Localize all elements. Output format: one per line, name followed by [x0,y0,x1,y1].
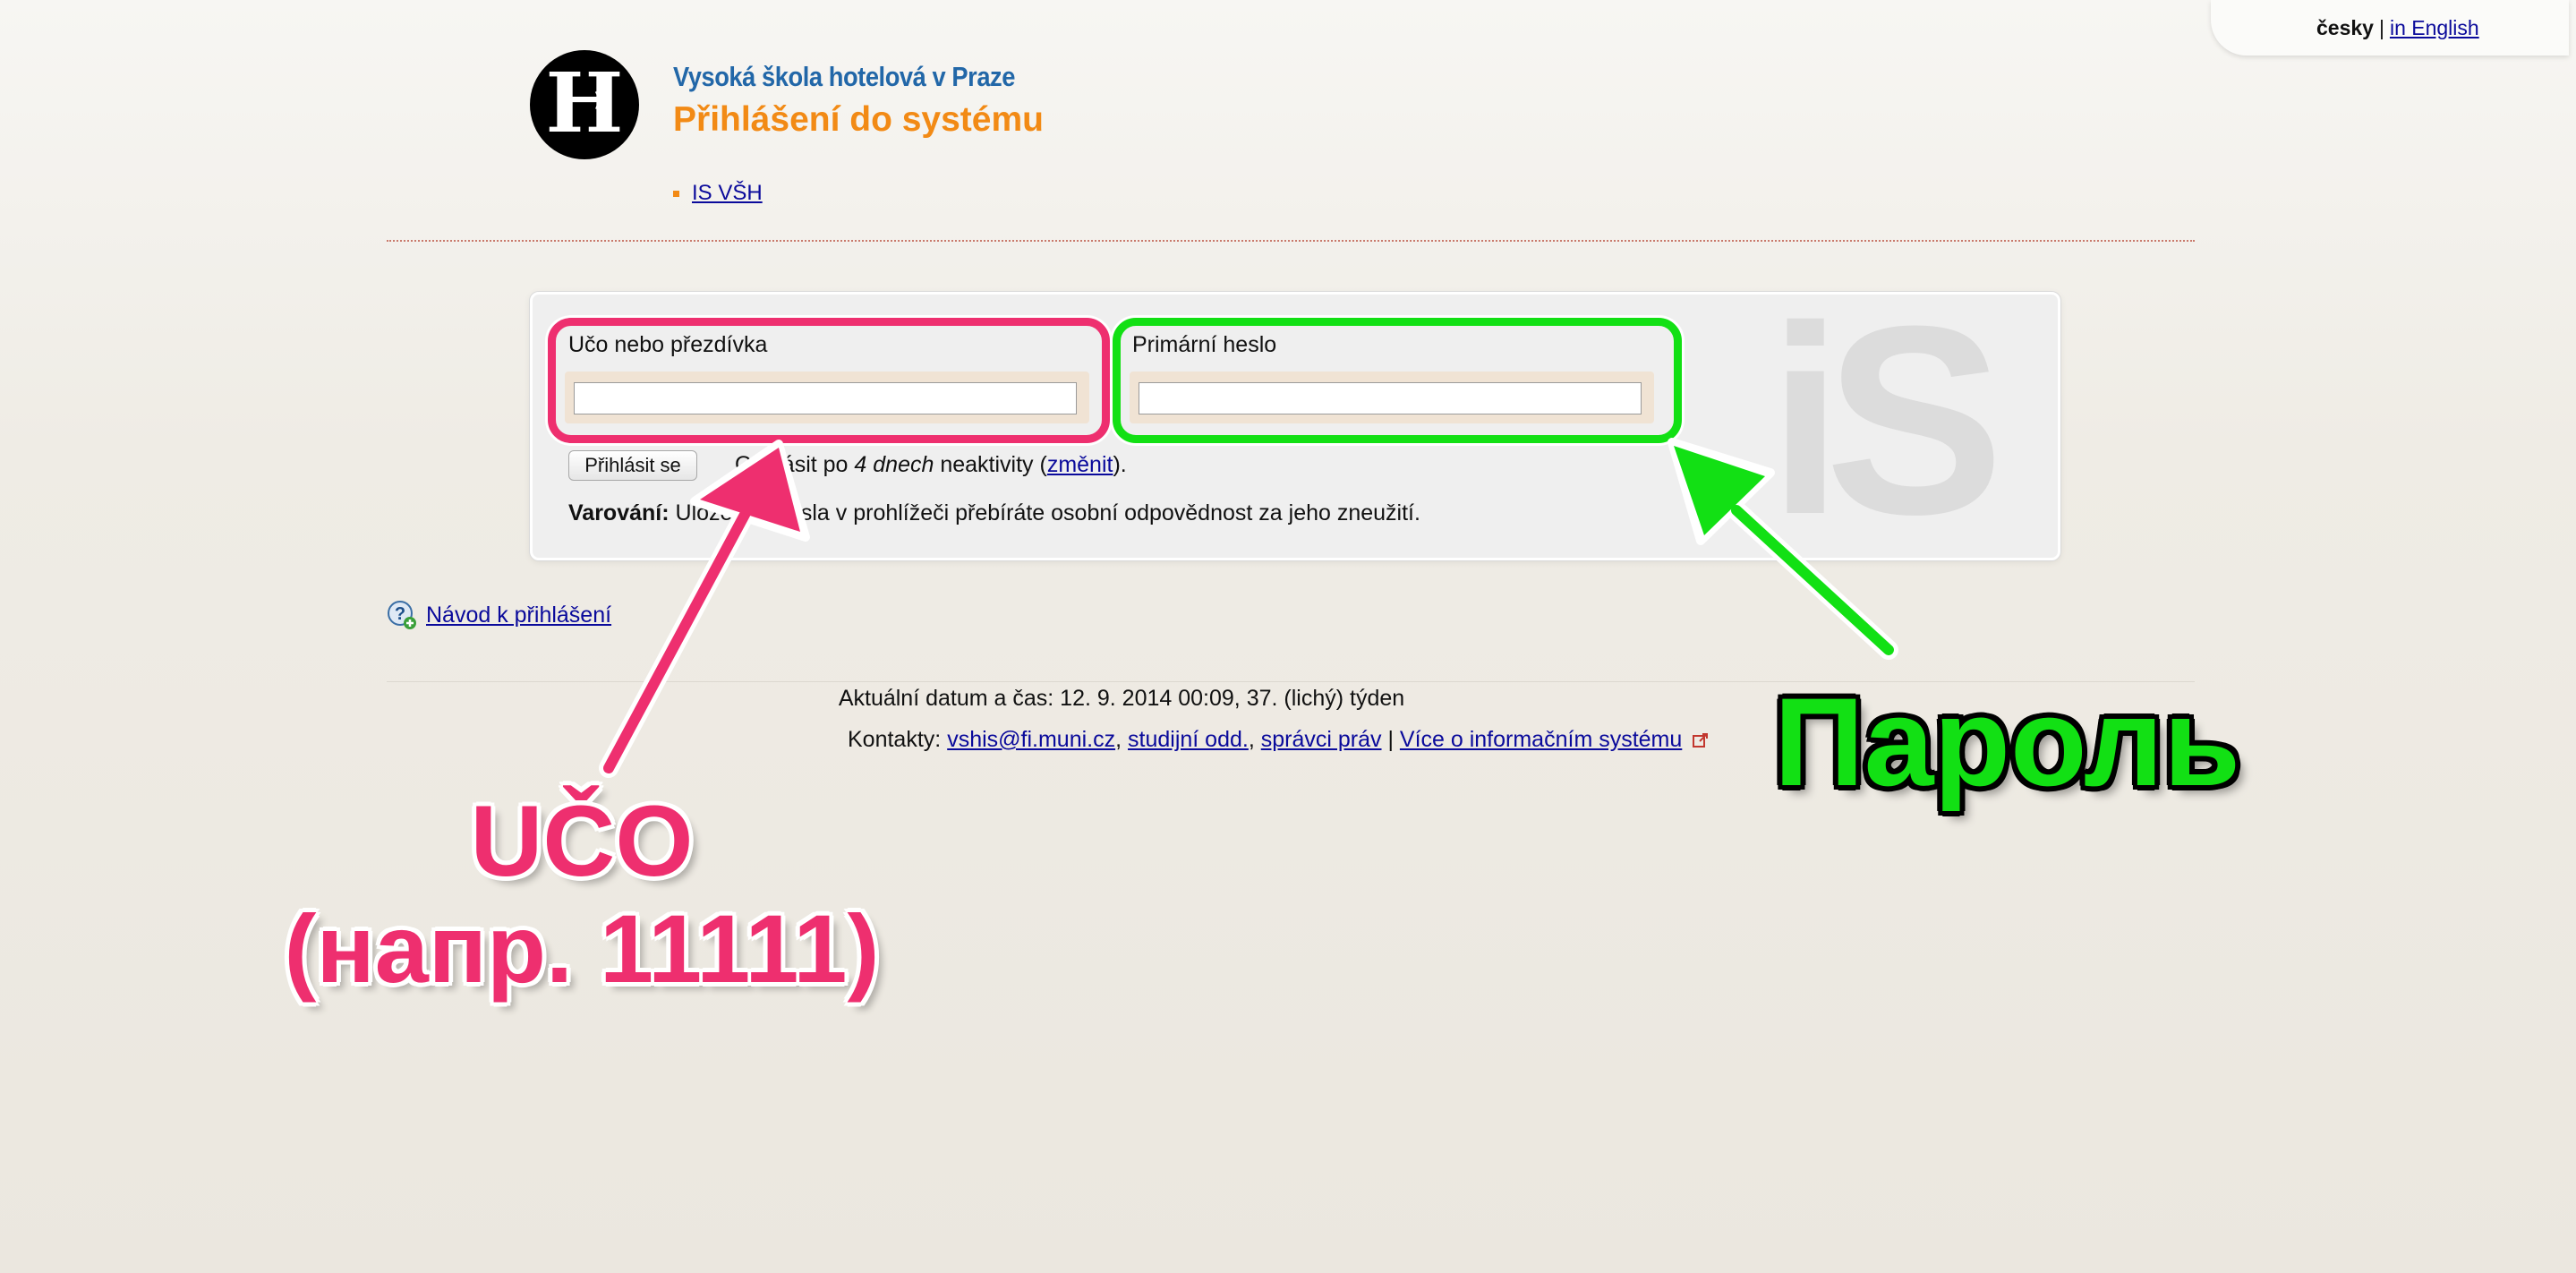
school-logo: H [530,50,639,159]
uco-annotation-line1: UČO [470,785,694,897]
uco-highlight-box [548,318,1110,443]
annotation-arrows [599,438,1898,778]
login-help: ? Návod k přihlášení [387,600,611,630]
logout-duration: 4 dnech [854,452,934,477]
is-watermark-logo: iS [1768,292,2004,560]
contacts-label: Kontakty: [848,727,942,752]
svg-text:H: H [546,62,624,148]
footer-contacts: Kontakty: vshis@fi.muni.cz, studijní odd… [848,727,1709,753]
help-question-icon: ? [388,601,416,629]
rights-admins-link[interactable]: správci práv [1261,727,1382,753]
lang-separator: | [2378,15,2384,39]
warning-text: Uložením hesla v prohlížeči přebíráte os… [675,500,1420,525]
bullet-icon [673,190,679,197]
contact-email-link[interactable]: vshis@fi.muni.cz [947,727,1115,753]
login-guide-link[interactable]: Návod k přihlášení [426,602,611,628]
lang-current: česky [2316,15,2374,39]
logout-change-link[interactable]: změnit [1047,452,1113,477]
page-title: Přihlášení do systému [673,100,1044,139]
password-warning: Varování: Uložením hesla v prohlížeči př… [568,500,1420,526]
warning-label: Varování: [568,500,670,525]
uco-annotation-label: UČO (напр. 11111) [224,791,940,997]
password-annotation-label: Пароль [1774,671,2241,812]
auto-logout-note: Odhlásit po 4 dnech neaktivity (změnit). [735,452,1127,478]
school-name: Vysoká škola hotelová v Praze [673,61,1015,92]
is-vsh-link[interactable]: IS VŠH [692,181,763,206]
uco-annotation-line2: (напр. 11111) [284,894,880,1003]
external-link-icon [1693,732,1709,748]
svg-text:?: ? [395,604,405,624]
h-logo-icon: H [546,62,624,148]
language-switcher: česky | in English [2211,0,2569,56]
about-system-link[interactable]: Více o informačním systému [1400,727,1682,753]
login-button[interactable]: Přihlásit se [568,450,697,481]
logout-end: ). [1113,452,1127,477]
password-highlight-box [1113,318,1682,443]
lang-english-link[interactable]: in English [2390,16,2479,40]
logout-prefix: Odhlásit po [735,452,849,477]
nav-list: IS VŠH [673,181,763,206]
study-office-link[interactable]: studijní odd. [1128,727,1249,753]
logout-suffix: neaktivity ( [940,452,1047,477]
header-divider [387,240,2195,242]
